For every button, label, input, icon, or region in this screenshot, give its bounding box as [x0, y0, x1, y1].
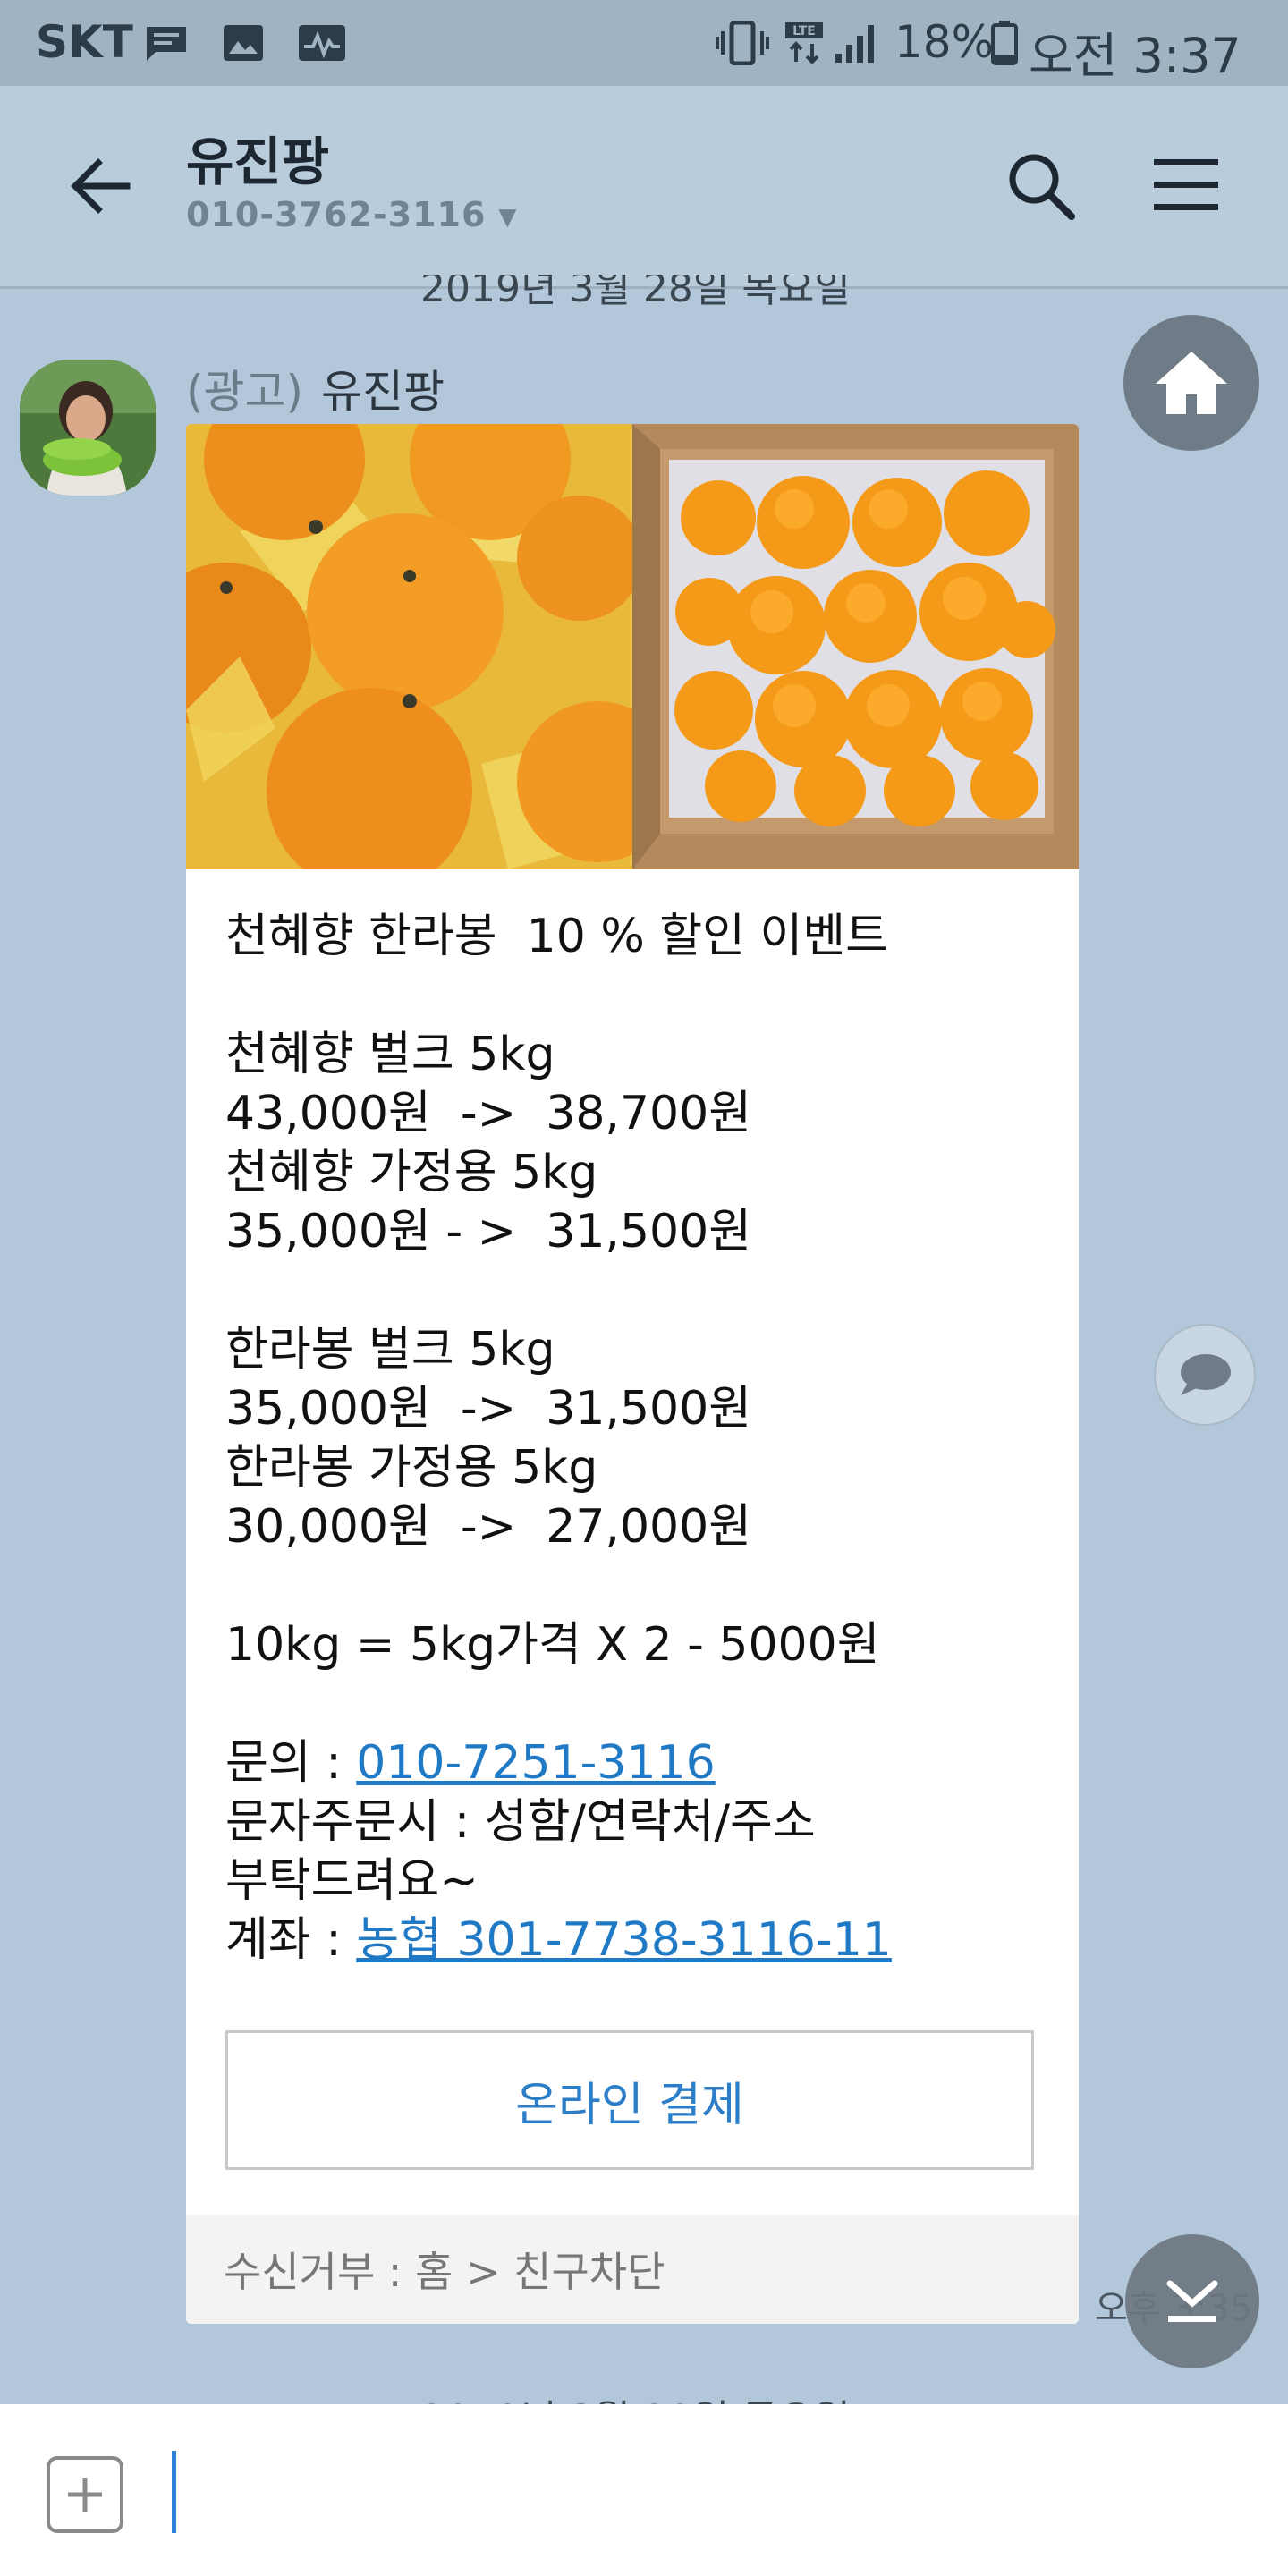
message-input-field[interactable]	[172, 2451, 176, 2533]
inquiry-phone-link[interactable]: 010-7251-3116	[356, 1736, 715, 1790]
unsubscribe-footer: 수신거부 : 홈 > 친구차단	[186, 2215, 1079, 2324]
inquiry-label: 문의 :	[225, 1736, 357, 1790]
hamburger-icon	[1154, 159, 1218, 210]
product-images[interactable]	[186, 424, 1079, 894]
caret-down-icon: ▼	[498, 203, 518, 231]
scroll-to-bottom-button[interactable]	[1125, 2234, 1259, 2368]
plus-icon	[68, 2478, 102, 2512]
home-icon	[1156, 352, 1227, 414]
arrow-left-icon	[71, 158, 131, 214]
sender-name: (광고) 유진팡	[186, 356, 445, 420]
search-icon	[1009, 154, 1075, 220]
home-button[interactable]	[1123, 315, 1259, 451]
sender-label: 유진팡	[321, 366, 445, 418]
account-line: 계좌 : 농협 301-7738-3116-11	[225, 1911, 1048, 1970]
price-line: 천혜향 가정용 5kg	[225, 1146, 598, 1199]
inquiry-line: 문의 : 010-7251-3116	[225, 1733, 1048, 1792]
order-instruction: 부탁드려요~	[225, 1854, 479, 1908]
price-line: 43,000원 -> 38,700원	[225, 1087, 752, 1140]
price-line: 천혜향 벌크 5kg	[225, 1028, 555, 1081]
price-line: 30,000원 -> 27,000원	[225, 1500, 752, 1554]
speech-bubble-icon	[1181, 1354, 1231, 1395]
status-bar: SKT LTE 18% 오전 3:37	[0, 0, 1288, 86]
product-photo	[186, 424, 1079, 894]
price-line: 35,000원 -> 31,500원	[225, 1382, 752, 1436]
online-payment-button[interactable]: 온라인 결제	[225, 2030, 1034, 2170]
bulk-price-note: 10kg = 5kg가격 X 2 - 5000원	[225, 1618, 880, 1672]
chevron-down-icon	[1166, 2280, 1218, 2322]
price-line: 35,000원 - > 31,500원	[225, 1205, 752, 1258]
signal-icon	[832, 23, 882, 63]
message-text: 천혜향 한라봉 10 % 할인 이벤트 천혜향 벌크 5kg 43,000원 -…	[225, 907, 1048, 1970]
attach-button[interactable]	[47, 2456, 123, 2533]
price-line: 한라봉 벌크 5kg	[225, 1323, 555, 1377]
carrier-label: SKT	[36, 16, 133, 68]
activity-icon	[297, 23, 347, 63]
chat-title: 유진팡	[186, 131, 330, 192]
search-button[interactable]	[1002, 147, 1082, 227]
profile-photo	[20, 360, 156, 496]
vibrate-icon	[716, 21, 769, 65]
chat-header: 유진팡 010-3762-3116 ▼	[0, 86, 1288, 289]
chat-phone-dropdown[interactable]: 010-3762-3116 ▼	[186, 195, 517, 234]
gallery-icon	[222, 23, 265, 63]
svg-text:LTE: LTE	[792, 24, 816, 38]
message-card: 천혜향 한라봉 10 % 할인 이벤트 천혜향 벌크 5kg 43,000원 -…	[186, 424, 1079, 2324]
message-icon	[143, 23, 190, 63]
battery-percent: 18%	[894, 16, 995, 68]
account-label: 계좌 :	[225, 1913, 357, 1967]
promo-headline: 천혜향 한라봉 10 % 할인 이벤트	[225, 910, 888, 963]
chat-phone-number: 010-3762-3116	[186, 195, 487, 234]
menu-button[interactable]	[1150, 154, 1222, 216]
clock: 오전 3:37	[1029, 28, 1241, 84]
price-line: 한라봉 가정용 5kg	[225, 1441, 598, 1495]
ad-tag: (광고)	[186, 366, 304, 418]
order-instruction: 문자주문시 : 성함/연락처/주소	[225, 1795, 816, 1849]
battery-icon	[991, 21, 1018, 65]
lte-icon: LTE	[784, 22, 825, 64]
account-number-link[interactable]: 농협 301-7738-3116-11	[356, 1913, 892, 1967]
message-input-bar	[0, 2404, 1288, 2576]
back-button[interactable]	[63, 148, 138, 224]
comment-button[interactable]	[1154, 1324, 1256, 1426]
sender-avatar[interactable]	[20, 360, 156, 496]
